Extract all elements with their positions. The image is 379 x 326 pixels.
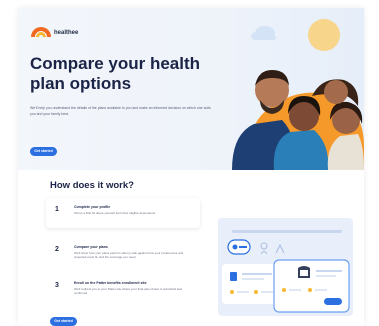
how-it-works-title: How does it work? <box>50 180 134 191</box>
step-number: 2 <box>55 246 59 253</box>
family-photo <box>232 70 364 170</box>
step-description: We'll redirect you to your Patter site w… <box>74 287 182 295</box>
landing-page: healthee Compare your health plan option… <box>18 8 364 326</box>
step-2: 2 Compare your plans We'll show how your… <box>46 238 200 268</box>
get-started-button[interactable]: Get started <box>30 147 57 156</box>
step-3: 3 Enroll on the Patter benefits enrollme… <box>46 274 200 304</box>
get-started-button-bottom[interactable]: Get started <box>50 317 77 326</box>
step-description: Tell us a little bit about yourself and … <box>74 211 156 215</box>
step-description: We'll show how your plans perform side b… <box>74 251 184 259</box>
step-title: Complete your profile <box>74 205 111 209</box>
step-number: 1 <box>55 206 59 213</box>
logo-icon <box>31 27 51 37</box>
step-1: 1 Complete your profile Tell us a little… <box>46 198 200 228</box>
hero-subtitle: We'll help you understand the details of… <box>30 106 211 116</box>
brand-logo[interactable]: healthee <box>30 27 78 38</box>
brand-name: healthee <box>54 29 79 36</box>
step-number: 3 <box>55 282 59 289</box>
hero-section: healthee Compare your health plan option… <box>18 8 364 170</box>
step-title: Compare your plans <box>74 245 108 249</box>
plan-compare-graphic <box>222 230 350 313</box>
step-title: Enroll on the Patter benefits enrollment… <box>74 281 147 285</box>
plan-compare-illustration <box>218 218 353 316</box>
page-title: Compare your health plan options <box>30 54 201 93</box>
